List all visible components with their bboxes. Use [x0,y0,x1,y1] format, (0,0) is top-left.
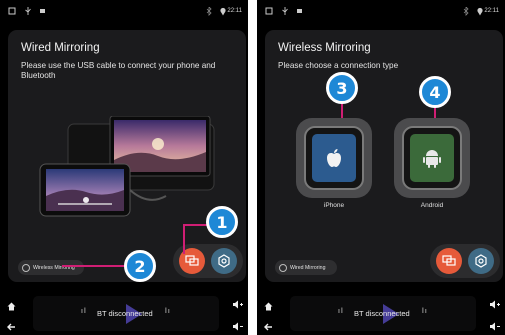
phone-frame [402,126,462,190]
mirror-icon [185,255,199,266]
action-tray [430,244,500,278]
home-icon[interactable] [7,298,16,316]
location-pin-icon [476,7,484,19]
settings-icon [475,254,487,268]
mirroring-panel: Wired Mirroring Please use the USB cable… [8,30,246,282]
wireless-mirroring-button[interactable]: Wireless Mirroring [18,260,84,275]
wired-mirroring-button[interactable]: Wired Mirroring [275,260,337,275]
volume-down-icon[interactable] [489,318,500,335]
image-icon [39,7,47,18]
android-option[interactable] [394,118,470,198]
swap-icon [22,263,30,272]
mirror-icon [442,255,456,266]
waveform-left-icon: ıǀ [81,308,87,315]
waveform-left-icon: ıǀ [338,308,344,315]
square-icon [8,7,16,18]
android-icon [410,134,454,182]
settings-button[interactable] [211,248,237,274]
bluetooth-icon [462,6,470,19]
apple-icon [312,134,356,182]
location-pin-icon [219,7,227,19]
callout-line [183,224,185,254]
usb-icon [24,7,32,18]
bottom-left-controls [0,292,22,335]
bottom-left-controls [257,292,279,335]
instructions-text: Please use the USB cable to connect your… [21,61,216,80]
swap-icon [279,263,287,272]
mirror-button[interactable] [436,248,462,274]
volume-down-icon[interactable] [232,318,243,335]
waveform-right-icon: ǀı [422,308,428,315]
callout-badge: 1 [206,206,238,238]
usb-icon [281,7,289,18]
volume-up-icon[interactable] [489,296,500,314]
status-bar: 22:11 [257,0,505,22]
volume-up-icon[interactable] [232,296,243,314]
bt-status: BT disconnected [97,309,153,318]
callout-line [183,224,209,226]
bottom-bar: ıǀ BT disconnected ǀı [257,292,505,335]
mode-button-label: Wired Mirroring [290,264,326,271]
phone-frame [304,126,364,190]
back-icon[interactable] [7,318,16,335]
settings-icon [218,254,230,268]
android-label: Android [420,202,444,209]
home-icon[interactable] [264,298,273,316]
callout-badge: 2 [124,250,156,282]
clock: 22:11 [484,8,499,14]
clock: 22:11 [227,8,242,14]
image-icon [296,7,304,18]
waveform-right-icon: ǀı [165,308,171,315]
bottom-right-controls [226,292,248,335]
bluetooth-icon [205,6,213,19]
iphone-label: iPhone [323,202,345,209]
mirroring-panel: Wireless Mirroring Please choose a conne… [265,30,503,282]
media-widget[interactable]: ıǀ BT disconnected ǀı [290,296,476,331]
callout-badge: 4 [419,76,451,108]
bottom-right-controls [483,292,505,335]
back-icon[interactable] [264,318,273,335]
callout-badge: 3 [326,72,358,104]
wireless-mirroring-screen: 22:11 Wireless Mirroring Please choose a… [257,0,505,335]
status-bar: 22:11 [0,0,248,22]
square-icon [265,7,273,18]
callout-line [62,265,126,267]
instructions-text: Please choose a connection type [278,61,399,70]
settings-button[interactable] [468,248,494,274]
page-title: Wired Mirroring [21,42,100,54]
bt-status: BT disconnected [354,309,410,318]
media-widget[interactable]: ıǀ BT disconnected ǀı [33,296,219,331]
bottom-bar: ıǀ BT disconnected ǀı [0,292,248,335]
page-title: Wireless Mirroring [278,42,371,54]
iphone-option[interactable] [296,118,372,198]
phone-car-illustration [38,115,218,226]
wired-mirroring-screen: 22:11 Wired Mirroring Please use the USB… [0,0,248,335]
